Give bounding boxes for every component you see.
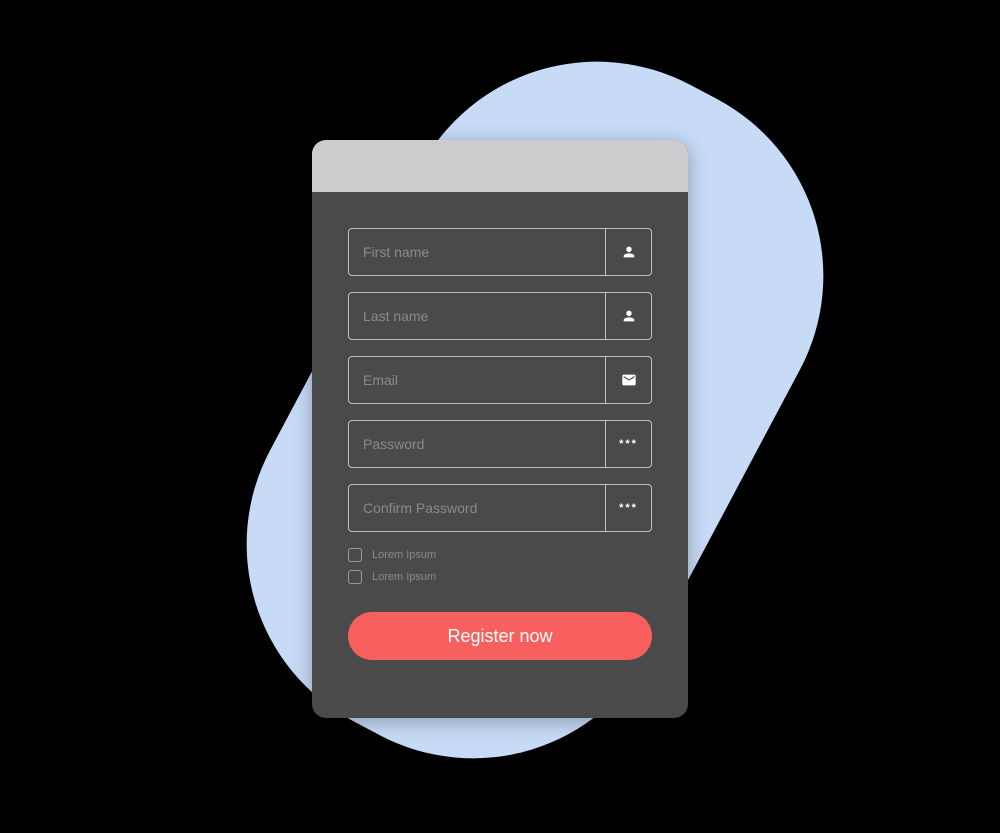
registration-card: *** *** Lorem Ipsum Lorem Ipsum Register… (312, 140, 688, 718)
password-input[interactable] (349, 421, 605, 467)
password-mask-icon: *** (605, 421, 651, 467)
checkbox-2-label: Lorem Ipsum (372, 571, 436, 583)
card-body: *** *** Lorem Ipsum Lorem Ipsum Register… (312, 192, 688, 688)
user-icon (605, 293, 651, 339)
email-field (348, 356, 652, 404)
user-icon (605, 229, 651, 275)
last-name-field (348, 292, 652, 340)
confirm-password-input[interactable] (349, 485, 605, 531)
checkbox-1[interactable] (348, 548, 362, 562)
first-name-input[interactable] (349, 229, 605, 275)
password-mask-icon: *** (605, 485, 651, 531)
checkbox-row-2: Lorem Ipsum (348, 570, 652, 584)
checkbox-row-1: Lorem Ipsum (348, 548, 652, 562)
password-field: *** (348, 420, 652, 468)
checkbox-2[interactable] (348, 570, 362, 584)
first-name-field (348, 228, 652, 276)
last-name-input[interactable] (349, 293, 605, 339)
register-button[interactable]: Register now (348, 612, 652, 660)
email-input[interactable] (349, 357, 605, 403)
confirm-password-field: *** (348, 484, 652, 532)
checkbox-1-label: Lorem Ipsum (372, 549, 436, 561)
envelope-icon (605, 357, 651, 403)
card-header (312, 140, 688, 192)
